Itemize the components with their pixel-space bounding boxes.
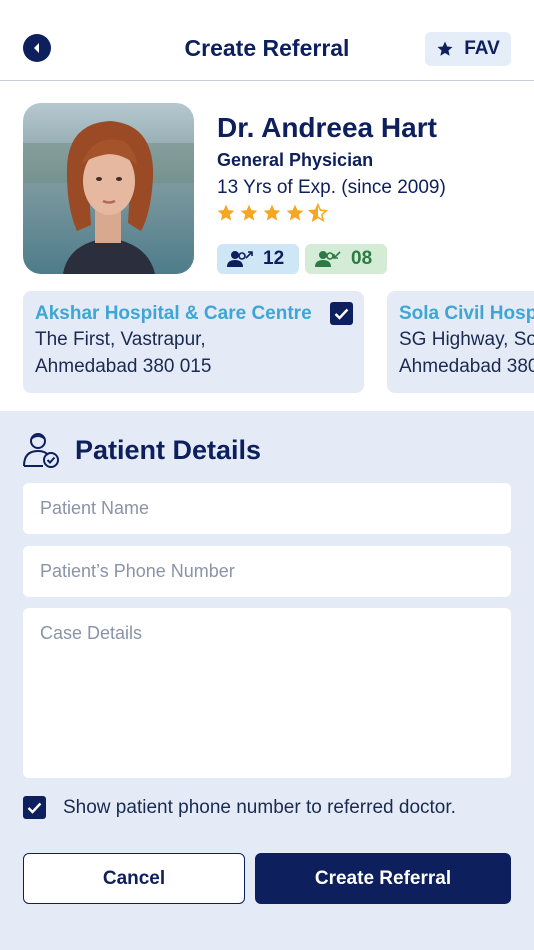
star-icon [263, 204, 281, 221]
share-phone-checkbox[interactable] [23, 796, 46, 819]
hospital-address-line2: Ahmedabad 380 015 [35, 356, 212, 377]
check-icon [334, 308, 349, 320]
referrals-sent-badge: 12 [217, 244, 299, 274]
doctor-photo [23, 103, 194, 274]
fav-button[interactable]: FAV [425, 32, 511, 66]
share-phone-option[interactable]: Show patient phone number to referred do… [23, 796, 456, 819]
referrals-received-count: 08 [351, 248, 373, 269]
hospital-address-line1: The First, Vastrapur, [35, 329, 206, 350]
referrals-received-badge: 08 [305, 244, 387, 274]
hospital-carousel[interactable]: Akshar Hospital & Care Centre The First,… [23, 291, 534, 393]
star-icon [286, 204, 304, 221]
patient-check-icon [23, 433, 59, 468]
hospital-name: Sola Civil Hospital [399, 303, 534, 324]
app-header: Create Referral FAV [0, 0, 534, 81]
patient-name-input[interactable] [23, 483, 511, 534]
star-icon [437, 41, 453, 56]
rating-stars [216, 203, 328, 223]
star-icon [240, 204, 258, 221]
hospital-card[interactable]: Akshar Hospital & Care Centre The First,… [23, 291, 364, 393]
fav-label: FAV [464, 38, 500, 59]
case-details-input[interactable] [23, 608, 511, 778]
referral-counts: 12 08 [217, 244, 387, 274]
doctor-name: Dr. Andreea Hart [217, 112, 437, 143]
create-referral-button[interactable]: Create Referral [255, 853, 511, 904]
patient-phone-input[interactable] [23, 546, 511, 597]
cancel-button[interactable]: Cancel [23, 853, 245, 904]
half-star-icon [308, 203, 328, 223]
hospital-address-line1: SG Highway, Sola [399, 329, 534, 350]
star-icon [217, 204, 235, 221]
share-phone-label: Show patient phone number to referred do… [63, 796, 456, 818]
hospital-address-line2: Ahmedabad 380 060 [399, 356, 534, 377]
referrals-sent-count: 12 [263, 248, 285, 269]
users-outgoing-icon [227, 251, 253, 267]
check-icon [27, 802, 42, 814]
hospital-name: Akshar Hospital & Care Centre [35, 303, 312, 324]
users-incoming-icon [315, 251, 341, 267]
hospital-card[interactable]: Sola Civil Hospital SG Highway, Sola Ahm… [387, 291, 534, 393]
doctor-experience: 13 Yrs of Exp. (since 2009) [217, 177, 446, 198]
hospital-select-checkbox[interactable] [330, 302, 353, 325]
doctor-specialty: General Physician [217, 150, 374, 170]
section-title: Patient Details [75, 435, 262, 465]
patient-details-section: Patient Details Show patient phone numbe… [0, 411, 534, 950]
